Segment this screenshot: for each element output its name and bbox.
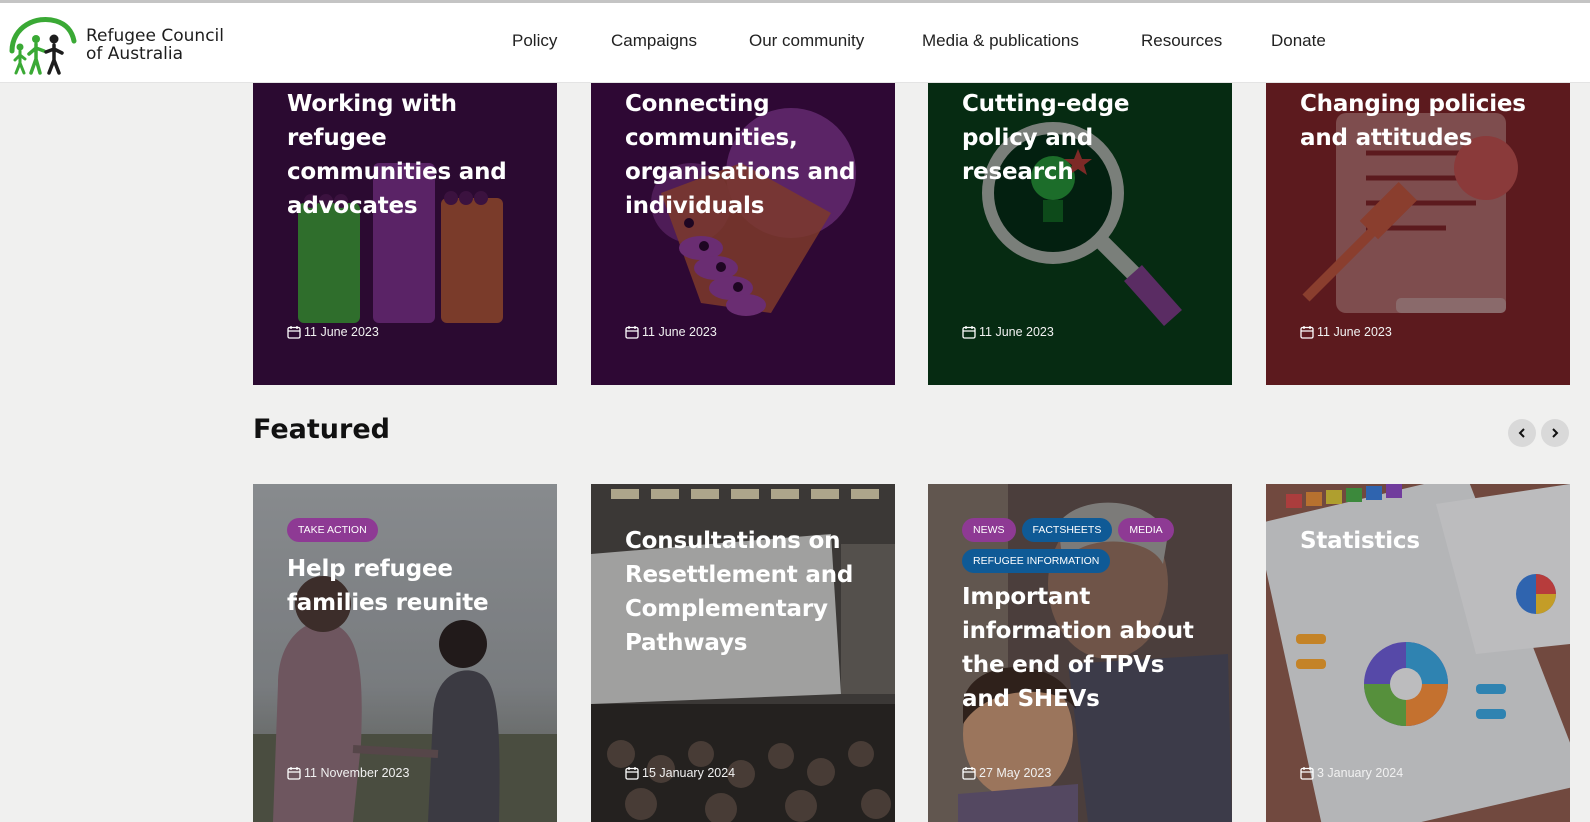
card-date: 3 January 2024 (1300, 766, 1403, 780)
tag-news[interactable]: NEWS (962, 518, 1016, 542)
featured-card-tpv-shev-info[interactable]: NEWS FACTSHEETS MEDIA REFUGEE INFORMATIO… (928, 484, 1232, 822)
card-date: 11 November 2023 (287, 766, 409, 780)
nav-policy[interactable]: Policy (512, 31, 557, 51)
main-nav: Policy Campaigns Our community Media & p… (0, 31, 1590, 61)
date-text: 11 June 2023 (979, 325, 1054, 339)
card-changing-policies[interactable]: Changing policies and attitudes 11 June … (1266, 83, 1570, 385)
nav-media-publications[interactable]: Media & publications (922, 31, 1079, 51)
card-working-with-communities[interactable]: Working with refugee communities and adv… (253, 83, 557, 385)
nav-campaigns[interactable]: Campaigns (611, 31, 697, 51)
tag-list: NEWS FACTSHEETS MEDIA REFUGEE INFORMATIO… (962, 518, 1212, 573)
carousel-next-button[interactable] (1541, 419, 1569, 447)
featured-card-consultations[interactable]: Consultations on Resettlement and Comple… (591, 484, 895, 822)
date-text: 27 May 2023 (979, 766, 1052, 780)
card-title: Working with refugee communities and adv… (287, 91, 507, 219)
nav-donate[interactable]: Donate (1271, 31, 1326, 51)
card-date: 27 May 2023 (962, 766, 1051, 780)
tag-refugee-information[interactable]: REFUGEE INFORMATION (962, 549, 1111, 573)
calendar-icon (1300, 326, 1314, 339)
calendar-icon (962, 326, 976, 339)
card-title: Changing policies and attitudes (1300, 91, 1526, 151)
card-date: 11 June 2023 (962, 325, 1054, 339)
carousel-prev-button[interactable] (1508, 419, 1536, 447)
card-title: Connecting communities, organisations an… (625, 91, 856, 219)
tag-list: TAKE ACTION (287, 518, 537, 542)
date-text: 15 January 2024 (642, 766, 736, 780)
date-text: 3 January 2024 (1317, 766, 1404, 780)
card-connecting-communities[interactable]: Connecting communities, organisations an… (591, 83, 895, 385)
date-text: 11 June 2023 (642, 325, 717, 339)
date-text: 11 June 2023 (1317, 325, 1392, 339)
date-text: 11 June 2023 (304, 325, 379, 339)
date-text: 11 November 2023 (304, 766, 410, 780)
tag-media[interactable]: MEDIA (1118, 518, 1174, 542)
tag-factsheets[interactable]: FACTSHEETS (1021, 518, 1113, 542)
card-cutting-edge-policy[interactable]: Cutting-edge policy and research 11 June… (928, 83, 1232, 385)
nav-our-community[interactable]: Our community (749, 31, 864, 51)
calendar-icon (287, 326, 301, 339)
card-date: 11 June 2023 (1300, 325, 1392, 339)
card-date: 11 June 2023 (625, 325, 717, 339)
featured-card-statistics[interactable]: Statistics 3 January 2024 (1266, 484, 1570, 822)
nav-resources[interactable]: Resources (1141, 31, 1222, 51)
chevron-right-icon (1552, 428, 1559, 438)
calendar-icon (625, 767, 639, 780)
tag-take-action[interactable]: TAKE ACTION (287, 518, 378, 542)
card-title: Statistics (1300, 528, 1420, 554)
calendar-icon (962, 767, 976, 780)
chevron-left-icon (1518, 428, 1525, 438)
card-title: Consultations on Resettlement and Comple… (625, 528, 854, 656)
calendar-icon (1300, 767, 1314, 780)
calendar-icon (287, 767, 301, 780)
card-title: Important information about the end of T… (962, 584, 1194, 712)
calendar-icon (625, 326, 639, 339)
site-header: Refugee Council of Australia Policy Camp… (0, 0, 1590, 83)
card-title: Help refugee families reunite (287, 556, 489, 616)
featured-heading: Featured (253, 414, 390, 445)
card-title: Cutting-edge policy and research (962, 91, 1130, 185)
card-date: 11 June 2023 (287, 325, 379, 339)
card-date: 15 January 2024 (625, 766, 735, 780)
featured-card-family-reunion[interactable]: TAKE ACTION Help refugee families reunit… (253, 484, 557, 822)
